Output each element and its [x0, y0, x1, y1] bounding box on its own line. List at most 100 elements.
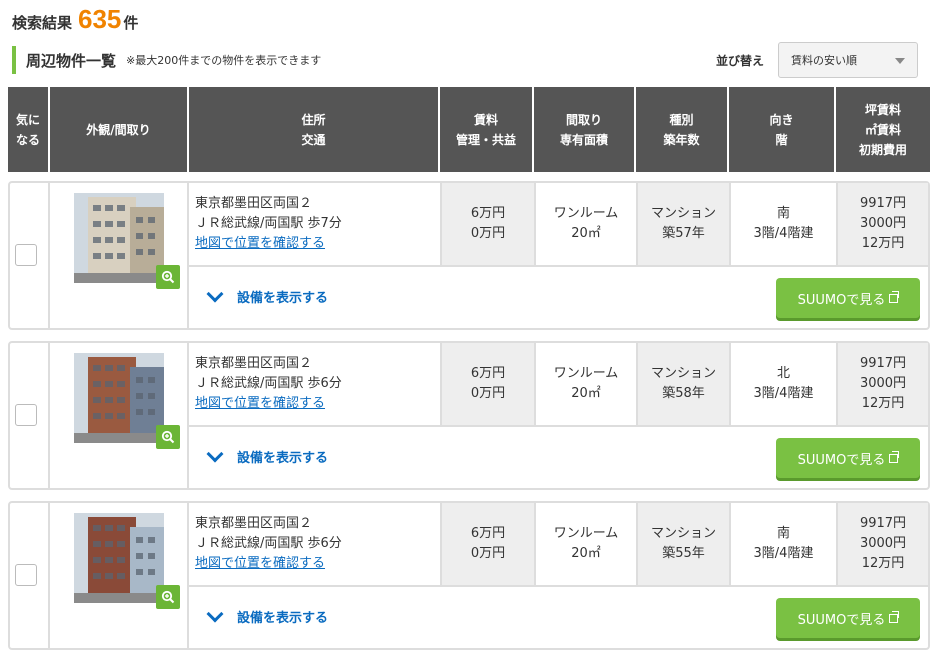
building-photo[interactable] — [74, 513, 164, 603]
zoom-button[interactable] — [156, 585, 180, 609]
listing-row: 東京都墨田区両国２ ＪＲ総武線/両国駅 歩6分 地図で位置を確認する 6万円 0… — [8, 501, 930, 650]
age-value: 築58年 — [662, 386, 705, 401]
layout-value: ワンルーム — [553, 366, 619, 381]
suumo-button[interactable]: SUUMOで見る — [776, 598, 920, 638]
zoom-button[interactable] — [156, 425, 180, 449]
direction-value: 南 — [776, 526, 790, 541]
zoom-in-icon — [161, 590, 175, 604]
table-header: 気に なる 外観/間取り 住所 交通 賃料 管理・共益 間取り 専有面積 種別 築年数 向… — [8, 87, 930, 172]
show-equipment-toggle[interactable]: 設備を表示する — [205, 285, 329, 306]
age-value: 築55年 — [662, 546, 705, 561]
rent-value: 6万円 — [470, 206, 506, 221]
unit-price-cell: 9917円 3000円 12万円 — [836, 343, 928, 425]
rent-value: 6万円 — [470, 366, 506, 381]
layout-value: ワンルーム — [553, 206, 619, 221]
layout-cell: ワンルーム 20㎡ — [534, 343, 636, 425]
equipment-label: 設備を表示する — [237, 451, 329, 466]
floor-value: 3階/4階建 — [753, 386, 814, 401]
photo-cell — [50, 183, 189, 328]
building-photo[interactable] — [74, 193, 164, 283]
fee-value: 0万円 — [470, 386, 506, 401]
sqm-value: 3000円 — [859, 216, 907, 231]
rent-cell: 6万円 0万円 — [440, 343, 534, 425]
result-unit: 件 — [123, 14, 139, 32]
zoom-button[interactable] — [156, 265, 180, 289]
listing-row: 東京都墨田区両国２ ＪＲ総武線/両国駅 歩7分 地図で位置を確認する 6万円 0… — [8, 181, 930, 330]
external-link-icon — [889, 610, 900, 623]
tsubo-value: 9917円 — [859, 356, 907, 371]
favorite-checkbox[interactable] — [15, 564, 37, 586]
chevron-down-icon — [206, 445, 224, 462]
show-equipment-toggle[interactable]: 設備を表示する — [205, 445, 329, 466]
zoom-in-icon — [161, 430, 175, 444]
photo-cell — [50, 343, 189, 488]
result-count: 635 — [78, 4, 122, 34]
map-link[interactable]: 地図で位置を確認する — [195, 234, 325, 254]
section-title-text: 周辺物件一覧 — [26, 51, 117, 70]
header-fav: 気に なる — [15, 112, 40, 147]
fee-value: 0万円 — [470, 226, 506, 241]
result-label: 検索結果 — [12, 14, 73, 32]
address-text: 東京都墨田区両国２ — [195, 516, 313, 531]
fav-cell — [10, 343, 50, 488]
header-unit-price: 坪賃料 ㎡賃料 初期費用 — [834, 87, 930, 172]
header-layout: 間取り 専有面積 — [532, 87, 634, 172]
direction-cell: 南 3階/4階建 — [729, 183, 836, 265]
type-cell: マンション 築57年 — [636, 183, 729, 265]
favorite-checkbox[interactable] — [15, 404, 37, 426]
fav-cell — [10, 183, 50, 328]
address-cell: 東京都墨田区両国２ ＪＲ総武線/両国駅 歩6分 地図で位置を確認する — [189, 343, 440, 425]
layout-cell: ワンルーム 20㎡ — [534, 183, 636, 265]
suumo-button[interactable]: SUUMOで見る — [776, 438, 920, 478]
fee-value: 0万円 — [470, 546, 506, 561]
age-value: 築57年 — [662, 226, 705, 241]
suumo-button[interactable]: SUUMOで見る — [776, 278, 920, 318]
unit-price-cell: 9917円 3000円 12万円 — [836, 183, 928, 265]
suumo-label: SUUMOで見る — [797, 292, 886, 308]
sqm-value: 3000円 — [859, 536, 907, 551]
direction-cell: 北 3階/4階建 — [729, 343, 836, 425]
header-rent: 賃料 管理・共益 — [438, 87, 532, 172]
map-link[interactable]: 地図で位置を確認する — [195, 394, 325, 414]
external-link-icon — [889, 450, 900, 463]
chevron-down-icon — [895, 58, 906, 64]
address-cell: 東京都墨田区両国２ ＪＲ総武線/両国駅 歩6分 地図で位置を確認する — [189, 503, 440, 585]
tsubo-value: 9917円 — [859, 196, 907, 211]
zoom-in-icon — [161, 270, 175, 284]
layout-cell: ワンルーム 20㎡ — [534, 503, 636, 585]
section-note: ※最大200件までの物件を表示できます — [126, 54, 322, 67]
header-type: 種別 築年数 — [634, 87, 727, 172]
rent-cell: 6万円 0万円 — [440, 183, 534, 265]
listing-details: 東京都墨田区両国２ ＪＲ総武線/両国駅 歩6分 地図で位置を確認する 6万円 0… — [189, 503, 928, 587]
header-address: 住所 交通 — [187, 87, 438, 172]
direction-cell: 南 3階/4階建 — [729, 503, 836, 585]
unit-price-cell: 9917円 3000円 12万円 — [836, 503, 928, 585]
favorite-checkbox[interactable] — [15, 244, 37, 266]
rent-cell: 6万円 0万円 — [440, 503, 534, 585]
listing-details: 東京都墨田区両国２ ＪＲ総武線/両国駅 歩7分 地図で位置を確認する 6万円 0… — [189, 183, 928, 267]
address-cell: 東京都墨田区両国２ ＪＲ総武線/両国駅 歩7分 地図で位置を確認する — [189, 183, 440, 265]
floor-value: 3階/4階建 — [753, 546, 814, 561]
building-photo[interactable] — [74, 353, 164, 443]
equipment-label: 設備を表示する — [237, 291, 329, 306]
show-equipment-toggle[interactable]: 設備を表示する — [205, 605, 328, 626]
area-value: 20㎡ — [571, 386, 601, 401]
suumo-label: SUUMOで見る — [797, 612, 886, 628]
tsubo-value: 9917円 — [859, 516, 907, 531]
access-text: ＪＲ総武線/両国駅 歩6分 — [195, 376, 342, 391]
header-direction: 向き階 — [727, 87, 834, 172]
direction-value: 北 — [776, 366, 790, 381]
type-value: マンション — [650, 206, 716, 221]
map-link[interactable]: 地図で位置を確認する — [195, 554, 325, 574]
type-value: マンション — [650, 366, 716, 381]
direction-value: 南 — [776, 206, 790, 221]
listing-actions: 設備を表示する SUUMOで見る — [189, 589, 928, 648]
listing-actions: 設備を表示する SUUMOで見る — [189, 269, 928, 328]
type-cell: マンション 築58年 — [636, 343, 729, 425]
listing-row: 東京都墨田区両国２ ＪＲ総武線/両国駅 歩6分 地図で位置を確認する 6万円 0… — [8, 341, 930, 490]
access-text: ＪＲ総武線/両国駅 歩6分 — [195, 536, 342, 551]
listing-actions: 設備を表示する SUUMOで見る — [189, 429, 928, 488]
floor-value: 3階/4階建 — [753, 226, 814, 241]
sort-selected-value: 賃料の安い順 — [791, 54, 858, 67]
sort-select[interactable]: 賃料の安い順 — [778, 42, 919, 78]
